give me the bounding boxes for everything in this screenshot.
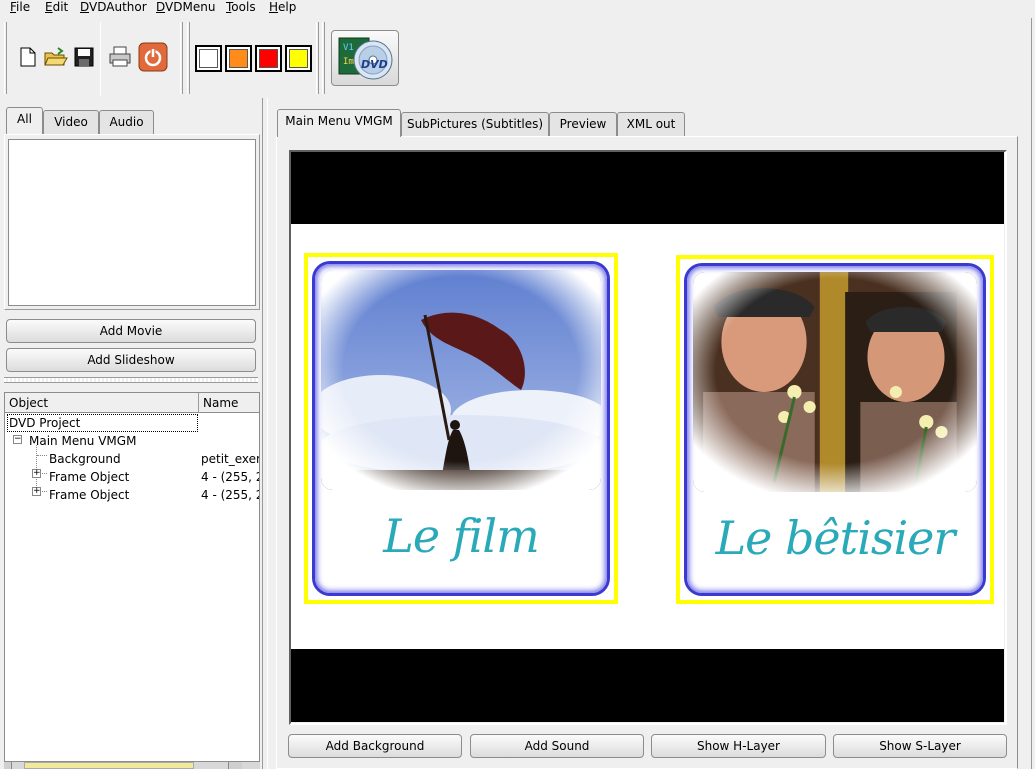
caption-le-film: Le film — [383, 509, 539, 563]
add-slideshow-button[interactable]: Add Slideshow — [6, 348, 256, 372]
scroll-right-icon[interactable] — [228, 762, 242, 769]
collapse-icon[interactable]: − — [13, 435, 22, 444]
tree-row-frame-object-2[interactable]: Frame Object — [49, 486, 129, 504]
tab-preview[interactable]: Preview — [549, 112, 617, 136]
tree-cell-background-name: petit_exem — [201, 452, 259, 466]
left-panel: All Video Audio Add Movie Add Slideshow … — [0, 98, 264, 769]
tab-subpictures[interactable]: SubPictures (Subtitles) — [401, 112, 549, 136]
menu-dvdmenu[interactable]: DVDMenu — [156, 0, 215, 18]
column-header-object[interactable]: Object — [5, 393, 199, 413]
toolbar-handle[interactable] — [4, 22, 7, 94]
color-button-red[interactable] — [255, 45, 282, 72]
show-h-layer-button[interactable]: Show H-Layer — [651, 734, 826, 758]
dvd-author-button[interactable]: V1 Im DVD — [331, 30, 399, 86]
film-thumbnail — [321, 270, 601, 490]
new-file-icon[interactable] — [15, 44, 41, 70]
menu-tools[interactable]: Tools — [226, 0, 256, 18]
add-movie-button[interactable]: Add Movie — [6, 319, 256, 343]
tree-row-background[interactable]: Background — [49, 450, 121, 468]
svg-text:DVD: DVD — [361, 58, 388, 71]
expand-icon[interactable]: + — [32, 487, 41, 496]
menu-edit[interactable]: Edit — [45, 0, 68, 18]
toolbar: V1 Im DVD — [0, 18, 1035, 98]
svg-text:Im: Im — [343, 57, 354, 67]
menu-bar: File Edit DVDAuthor DVDMenu Tools Help — [0, 0, 1035, 18]
tab-audio[interactable]: Audio — [99, 110, 154, 134]
open-folder-icon[interactable] — [43, 44, 69, 70]
project-tree[interactable]: Object Name DVD Project − Main Menu VMGM… — [4, 392, 260, 763]
menu-dvdauthor[interactable]: DVDAuthor — [80, 0, 147, 18]
vertical-splitter[interactable] — [262, 98, 268, 769]
add-background-button[interactable]: Add Background — [288, 734, 462, 758]
tree-header: Object Name — [5, 393, 259, 413]
tree-row-frame-object-1[interactable]: Frame Object — [49, 468, 129, 486]
color-button-white[interactable] — [195, 45, 222, 72]
save-icon[interactable] — [71, 44, 97, 70]
print-icon[interactable] — [107, 44, 133, 70]
dvd-disc-icon: V1 Im DVD — [338, 37, 393, 80]
tree-row-main-menu[interactable]: Main Menu VMGM — [29, 432, 136, 450]
expand-icon[interactable]: + — [32, 469, 41, 478]
tab-video[interactable]: Video — [43, 110, 99, 134]
menu-file[interactable]: File — [10, 0, 30, 18]
menu-button-betisier[interactable]: Le bêtisier — [676, 255, 994, 604]
color-button-orange[interactable] — [225, 45, 252, 72]
tab-main-menu-vmgm[interactable]: Main Menu VMGM — [277, 109, 401, 137]
letterbox-top — [291, 152, 1004, 224]
letterbox-bottom — [291, 649, 1004, 722]
button-frame: Le bêtisier — [684, 263, 986, 596]
add-sound-button[interactable]: Add Sound — [470, 734, 644, 758]
menu-button-film[interactable]: Le film — [304, 253, 618, 604]
scroll-thumb[interactable] — [24, 762, 194, 769]
menu-canvas[interactable]: Le film Le bêtisier — [291, 152, 1004, 722]
tab-all[interactable]: All — [6, 107, 43, 134]
caption-le-betisier: Le bêtisier — [715, 511, 956, 565]
window-right-edge — [1031, 18, 1035, 769]
betisier-thumbnail — [693, 272, 977, 492]
show-s-layer-button[interactable]: Show S-Layer — [833, 734, 1007, 758]
horizontal-splitter[interactable] — [4, 377, 258, 383]
tab-xml-out[interactable]: XML out — [617, 112, 685, 136]
svg-text:V1: V1 — [343, 43, 354, 53]
tree-horizontal-scrollbar[interactable] — [4, 761, 260, 769]
column-header-name[interactable]: Name — [199, 393, 259, 413]
color-button-yellow[interactable] — [285, 45, 312, 72]
tree-row-dvd-project[interactable]: DVD Project — [9, 414, 80, 432]
button-frame: Le film — [312, 261, 610, 596]
scroll-left-icon[interactable] — [4, 762, 12, 769]
tree-cell-frame-2-name: 4 - (255, 2! — [201, 488, 259, 502]
exit-icon[interactable] — [138, 42, 168, 72]
source-file-list[interactable] — [8, 139, 256, 306]
menu-help[interactable]: Help — [269, 0, 296, 18]
tree-cell-frame-1-name: 4 - (255, 2! — [201, 470, 259, 484]
